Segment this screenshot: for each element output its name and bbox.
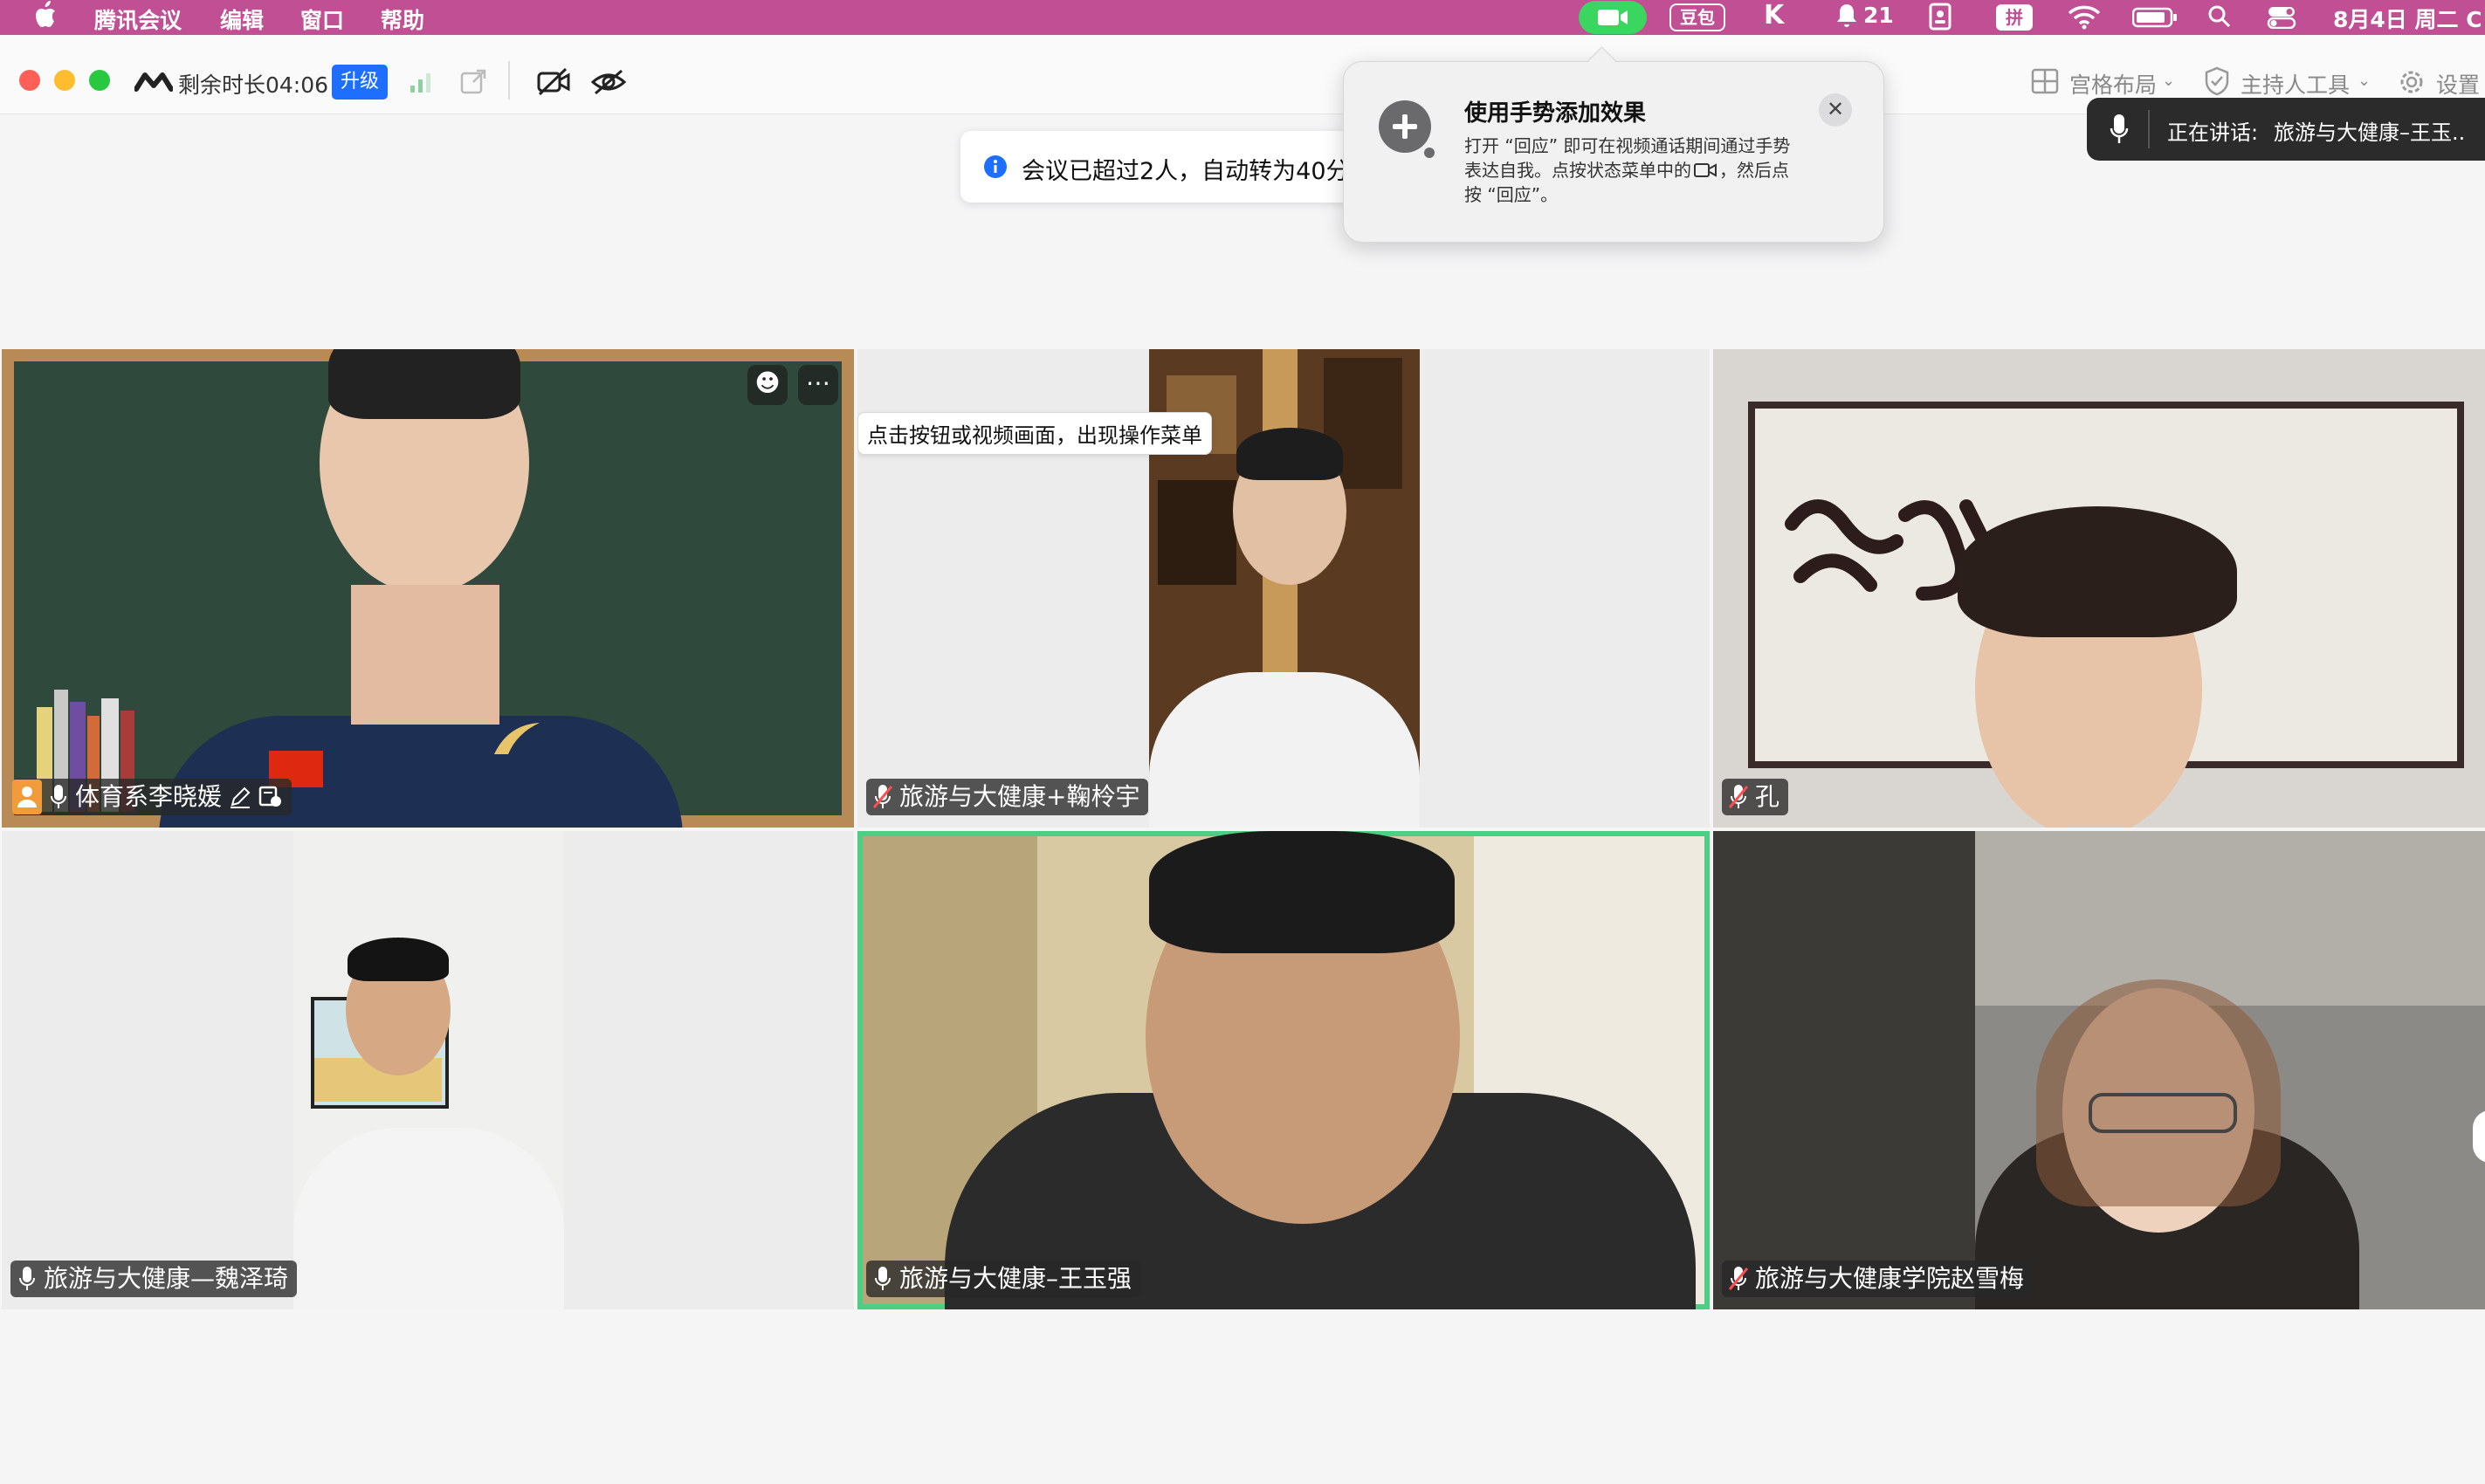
k-app-icon[interactable]: K [1764, 0, 1784, 31]
speaking-label: 正在讲话: [2167, 120, 2259, 145]
upgrade-button[interactable]: 升级 [332, 65, 388, 100]
participant-nameplate: 旅游与大健康—魏泽琦 [10, 1261, 298, 1297]
settings-button[interactable]: 设置 [2436, 68, 2480, 100]
meeting-notice: 会议已超过2人，自动转为40分 [960, 131, 1380, 203]
notification-count: 21 [1863, 3, 1894, 28]
wifi-icon[interactable] [2068, 5, 2101, 35]
person-shirt [293, 1128, 564, 1309]
grid-layout-icon[interactable] [2031, 68, 2059, 98]
remaining-time: 剩余时长04:06 [178, 72, 329, 98]
menu-window[interactable]: 窗口 [300, 3, 344, 35]
apple-icon[interactable] [33, 0, 58, 37]
contact-card-icon[interactable] [1928, 3, 1952, 36]
video-tile-3[interactable]: 孔 [1713, 349, 2485, 828]
operation-menu-tooltip: 点击按钮或视频画面，出现操作菜单 [857, 412, 1212, 455]
shield-icon[interactable] [2204, 66, 2230, 100]
participant-nameplate: 体育系李晓媛 [12, 779, 293, 815]
doorway-background [1713, 831, 1975, 1309]
participant-name: 体育系李晓媛 [75, 782, 223, 811]
microphone-muted-icon [1729, 785, 1748, 808]
hide-eye-icon[interactable] [590, 68, 627, 100]
microphone-icon [51, 785, 66, 808]
speaking-indicator: 正在讲话: 旅游与大健康–王玉.. [2087, 98, 2485, 161]
more-options-icon[interactable]: ⋯ [798, 365, 838, 405]
speaking-name: 旅游与大健康–王玉.. [2274, 120, 2466, 145]
participant-name: 旅游与大健康–王玉强 [899, 1264, 1132, 1293]
participant-hair [348, 938, 449, 981]
window-minimize-button[interactable] [54, 70, 75, 91]
next-page-handle[interactable] [2473, 1110, 2485, 1163]
notification-bell-icon[interactable] [1835, 3, 1858, 34]
participant-hair [1236, 428, 1343, 480]
speaking-divider [2148, 110, 2150, 148]
participant-hair [1958, 506, 2237, 637]
participant-nameplate: 旅游与大健康–王玉强 [866, 1261, 1141, 1297]
popover-body-line2-text: 表达自我。点按状态菜单中的 [1464, 160, 1691, 181]
ceiling-background [1975, 831, 2485, 1006]
chevron-down-icon[interactable]: ⌄ [2358, 72, 2371, 90]
participant-name: 旅游与大健康学院赵雪梅 [1755, 1264, 2025, 1293]
participant-nameplate: 孔 [1722, 779, 1789, 815]
gear-icon[interactable] [2398, 68, 2426, 100]
reaction-emoji-icon[interactable]: ☻ [747, 365, 788, 405]
eyeglasses [2089, 1093, 2237, 1133]
participant-name: 旅游与大健康—魏泽琦 [44, 1264, 289, 1293]
toolbar-divider [508, 61, 510, 100]
host-icon [12, 780, 42, 814]
info-icon [984, 155, 1007, 178]
notice-text: 会议已超过2人，自动转为40分 [1022, 158, 1350, 185]
host-tools-button[interactable]: 主持人工具 [2241, 68, 2350, 100]
video-tile-4[interactable]: 旅游与大健康—魏泽琦 [2, 831, 854, 1309]
participant-name: 孔 [1755, 782, 1780, 811]
video-status-icon [1694, 163, 1717, 177]
pencil-icon [231, 787, 251, 808]
reactions-add-icon [1379, 100, 1435, 158]
video-tile-5-active-speaker[interactable]: 旅游与大健康–王玉强 [857, 831, 1710, 1309]
gesture-effects-popover: 使用手势添加效果 打开 “回应” 即可在视频通话期间通过手势 表达自我。点按状态… [1343, 46, 1884, 243]
window-zoom-button[interactable] [89, 70, 110, 91]
participant-hair [328, 349, 520, 419]
popover-body-line2-end: ，然后点 [1719, 160, 1789, 181]
microphone-icon [875, 1267, 891, 1290]
microphone-muted-icon [1729, 1267, 1748, 1290]
popover-body-line2: 表达自我。点按状态菜单中的 ，然后点 [1464, 156, 1789, 182]
chevron-down-icon[interactable]: ⌄ [2162, 72, 2175, 90]
doubao-icon[interactable]: 豆包 [1669, 3, 1725, 31]
microphone-icon [2110, 114, 2129, 143]
video-tile-2[interactable]: 点击按钮或视频画面，出现操作菜单 旅游与大健康+鞠柃宇 [857, 349, 1710, 828]
video-tile-6[interactable]: 旅游与大健康学院赵雪梅 [1713, 831, 2485, 1309]
menu-bar: 腾讯会议 编辑 窗口 帮助 豆包 K 21 拼 8月4日 周二 C [0, 0, 2485, 35]
microphone-icon [19, 1267, 35, 1290]
participant-hair [1149, 831, 1455, 953]
menu-edit[interactable]: 编辑 [220, 3, 264, 35]
window-close-button[interactable] [19, 70, 40, 91]
spotlight-search-icon[interactable] [2207, 4, 2232, 34]
control-center-icon[interactable] [2267, 6, 2298, 34]
microphone-muted-icon [873, 785, 892, 808]
popover-body-line3: 按 “回应”。 [1464, 184, 1559, 205]
facetime-camera-icon[interactable] [1579, 1, 1647, 34]
participant-neck [351, 585, 499, 725]
tencent-meeting-logo-icon [134, 70, 174, 96]
battery-icon[interactable] [2131, 7, 2178, 33]
person-shirt [1149, 672, 1420, 828]
menu-clock[interactable]: 8月4日 周二 C [2333, 3, 2482, 34]
screen-share-icon [258, 786, 282, 807]
input-method-icon[interactable]: 拼 [1996, 4, 2033, 31]
menu-app-name[interactable]: 腾讯会议 [94, 3, 182, 35]
grid-layout-button[interactable]: 宫格布局 [2069, 68, 2157, 100]
share-external-icon[interactable] [459, 68, 487, 100]
popover-title: 使用手势添加效果 [1464, 100, 1647, 127]
video-tile-1[interactable]: ☻ ⋯ 体育系李晓媛 [2, 349, 854, 828]
participant-name: 旅游与大健康+鞠柃宇 [899, 782, 1140, 811]
menu-help[interactable]: 帮助 [381, 3, 424, 35]
camera-off-icon[interactable] [536, 66, 571, 101]
participant-nameplate: 旅游与大健康学院赵雪梅 [1722, 1261, 2034, 1297]
close-icon[interactable]: ✕ [1819, 93, 1852, 127]
popover-body-line1: 打开 “回应” 即可在视频通话期间通过手势 [1464, 135, 1791, 156]
signal-bars-icon[interactable] [409, 70, 433, 98]
participant-nameplate: 旅游与大健康+鞠柃宇 [866, 779, 1149, 815]
